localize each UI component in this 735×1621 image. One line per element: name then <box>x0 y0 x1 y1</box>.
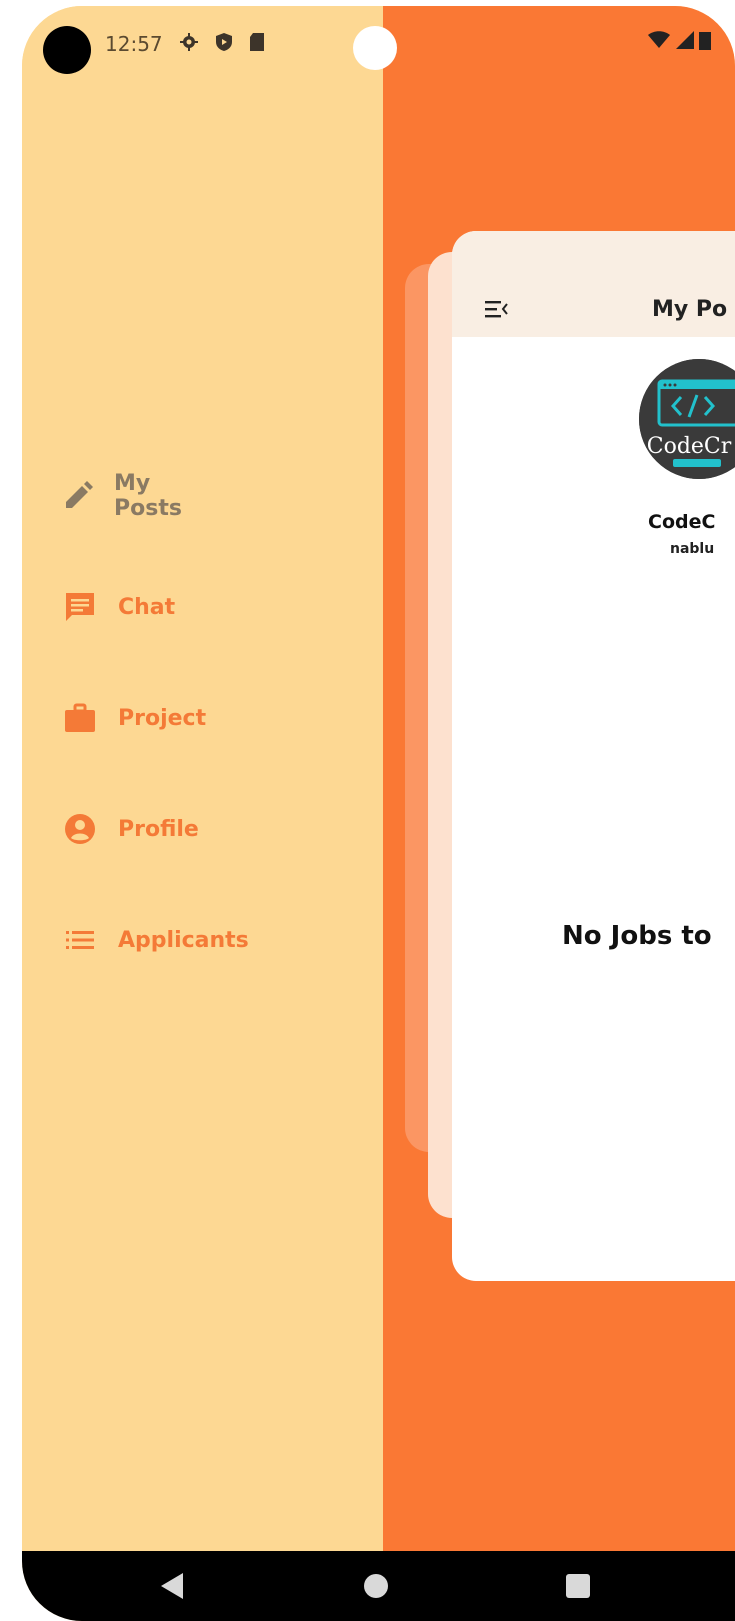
status-right-icons <box>647 30 711 54</box>
drawer-item-project[interactable]: Project <box>62 698 206 738</box>
battery-icon <box>699 30 711 54</box>
organization-name: CodeC <box>648 511 716 533</box>
empty-state-message: No Jobs to <box>562 921 712 951</box>
floating-dot <box>353 26 397 70</box>
list-icon <box>62 922 98 958</box>
home-icon[interactable] <box>364 1574 388 1598</box>
drawer-item-applicants[interactable]: Applicants <box>62 920 249 960</box>
account-circle-icon <box>62 811 98 847</box>
back-icon[interactable] <box>161 1573 183 1599</box>
wifi-icon <box>647 30 671 54</box>
sd-card-icon <box>249 32 265 57</box>
page-title: My Po <box>652 297 728 322</box>
pencil-icon <box>62 478 94 514</box>
phone-frame: 12:57 My Posts Chat Project Profile Appl… <box>0 0 735 1621</box>
avatar-logo-text: CodeCr <box>647 434 732 459</box>
main-content-card[interactable]: My Po CodeCr CodeC nablu No Jobs to <box>452 231 735 1281</box>
drawer-item-label: Applicants <box>118 927 249 953</box>
briefcase-icon <box>62 700 98 736</box>
recents-icon[interactable] <box>566 1574 590 1598</box>
drawer-toggle-icon[interactable] <box>482 297 512 321</box>
drawer-item-label: Chat <box>118 594 176 620</box>
drawer-item-my-posts[interactable]: My Posts <box>62 471 186 521</box>
camera-cutout <box>43 26 91 74</box>
status-left-icons <box>179 32 265 57</box>
system-navigation-bar <box>22 1551 735 1621</box>
screen: 12:57 My Posts Chat Project Profile Appl… <box>22 6 735 1621</box>
drawer-item-chat[interactable]: Chat <box>62 587 175 627</box>
status-time: 12:57 <box>105 32 163 56</box>
chat-icon <box>62 589 98 625</box>
gear-icon <box>179 32 199 57</box>
drawer-item-label: My Posts <box>114 471 182 521</box>
drawer-item-label: Project <box>118 705 207 731</box>
drawer-item-label: Profile <box>118 816 199 842</box>
avatar: CodeCr <box>639 359 735 479</box>
shield-icon <box>215 32 233 57</box>
drawer-item-profile[interactable]: Profile <box>62 809 199 849</box>
organization-location: nablu <box>670 541 715 557</box>
drawer-panel <box>22 6 383 1551</box>
signal-icon <box>675 30 695 54</box>
